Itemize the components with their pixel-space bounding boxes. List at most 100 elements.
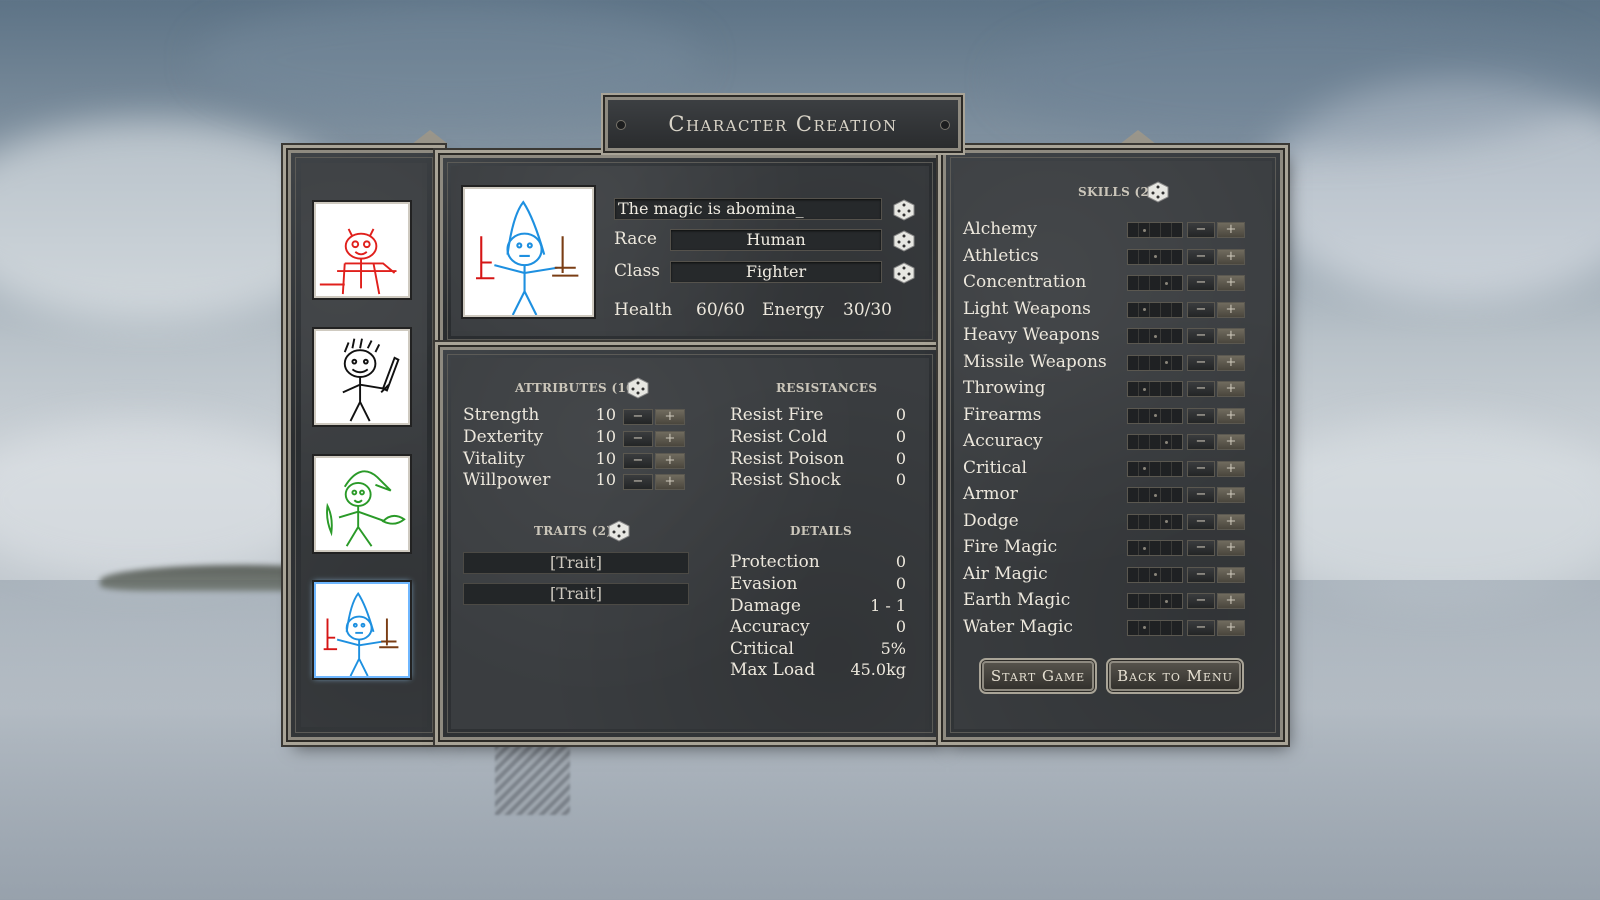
increase-button[interactable]: + (655, 474, 685, 490)
skill-pip (1128, 276, 1139, 290)
increase-button[interactable]: + (1217, 328, 1245, 344)
skill-pip (1128, 461, 1139, 476)
decrease-button[interactable]: − (1187, 619, 1215, 636)
decrease-button[interactable]: − (1187, 513, 1215, 530)
increase-button[interactable]: + (655, 409, 685, 425)
frame-ornament (1120, 130, 1156, 144)
rivet-icon (616, 120, 626, 130)
skill-pip (1161, 382, 1172, 396)
increase-button[interactable]: + (655, 453, 685, 469)
skills-header: SKILLS (2) (1078, 185, 1156, 199)
attribute-value: 10 (595, 470, 616, 489)
skill-level-meter (1127, 487, 1183, 503)
increase-button[interactable]: + (1217, 381, 1245, 397)
trait-slot[interactable]: [Trait] (463, 583, 689, 605)
character-name-input[interactable]: The magic is abomina_ (614, 198, 882, 220)
portrait-black-warrior[interactable] (314, 329, 410, 425)
skill-pip (1150, 223, 1161, 237)
randomize-race-dice-icon[interactable] (893, 230, 915, 252)
increase-button[interactable]: + (1217, 354, 1245, 371)
portrait-blue-wizard[interactable] (314, 582, 410, 678)
skill-pip (1139, 249, 1150, 264)
decrease-button[interactable]: − (1187, 460, 1215, 477)
attribute-value: 10 (595, 427, 616, 446)
decrease-button[interactable]: − (623, 409, 653, 425)
increase-button[interactable]: + (1217, 460, 1245, 477)
skill-level-meter (1127, 593, 1183, 609)
increase-button[interactable]: + (1217, 407, 1245, 424)
decrease-button[interactable]: − (623, 474, 653, 490)
skill-pip (1139, 620, 1150, 635)
skill-label: Missile Weapons (963, 351, 1107, 372)
increase-button[interactable]: + (1217, 619, 1245, 636)
decrease-button[interactable]: − (1187, 487, 1215, 503)
skill-pip (1172, 409, 1182, 423)
decrease-button[interactable]: − (1187, 407, 1215, 424)
decrease-button[interactable]: − (1187, 275, 1215, 291)
class-select[interactable]: Fighter (670, 261, 882, 283)
skill-pip (1172, 541, 1182, 555)
rivet-icon (940, 120, 950, 130)
increase-button[interactable]: + (1217, 487, 1245, 503)
trait-slot[interactable]: [Trait] (463, 552, 689, 574)
portrait-green-goblin[interactable] (314, 456, 410, 552)
skill-pip (1172, 568, 1182, 582)
skill-pip (1172, 276, 1182, 290)
details-header: DETAILS (790, 524, 852, 538)
increase-button[interactable]: + (1217, 593, 1245, 609)
frame-ornament (412, 130, 448, 144)
skill-pip (1139, 302, 1150, 317)
skill-pip (1150, 488, 1161, 502)
portrait-red-devil[interactable] (314, 202, 410, 298)
back-to-menu-button[interactable]: Back to Menu (1109, 661, 1241, 691)
increase-button[interactable]: + (1217, 301, 1245, 318)
increase-button[interactable]: + (1217, 540, 1245, 556)
decrease-button[interactable]: − (1187, 381, 1215, 397)
skill-row: Earth Magic − + (963, 590, 1263, 616)
skill-pip (1139, 382, 1150, 396)
skill-pip (1172, 250, 1182, 264)
decrease-button[interactable]: − (1187, 593, 1215, 609)
skill-pip (1172, 594, 1182, 608)
randomize-skills-dice-icon[interactable] (1147, 181, 1169, 203)
race-select[interactable]: Human (670, 229, 882, 251)
randomize-class-dice-icon[interactable] (893, 262, 915, 284)
randomize-traits-dice-icon[interactable] (608, 520, 630, 542)
attribute-label: Dexterity (463, 427, 544, 447)
skill-row: Throwing − + (963, 378, 1263, 404)
increase-button[interactable]: + (1217, 566, 1245, 583)
skill-level-meter (1127, 460, 1183, 477)
resistance-value: 0 (895, 470, 906, 489)
randomize-name-dice-icon[interactable] (893, 199, 915, 221)
increase-button[interactable]: + (1217, 222, 1245, 238)
decrease-button[interactable]: − (1187, 354, 1215, 371)
decrease-button[interactable]: − (1187, 248, 1215, 265)
decrease-button[interactable]: − (1187, 301, 1215, 318)
increase-button[interactable]: + (1217, 275, 1245, 291)
start-game-button[interactable]: Start Game (982, 661, 1094, 691)
decrease-button[interactable]: − (1187, 566, 1215, 583)
increase-button[interactable]: + (1217, 434, 1245, 450)
detail-label: Protection (730, 552, 820, 572)
increase-button[interactable]: + (655, 431, 685, 447)
skill-pip (1150, 567, 1161, 582)
detail-value: 0 (895, 574, 906, 593)
increase-button[interactable]: + (1217, 248, 1245, 265)
decrease-button[interactable]: − (1187, 540, 1215, 556)
decrease-button[interactable]: − (1187, 222, 1215, 238)
skill-pip (1172, 329, 1182, 343)
skill-pip (1161, 355, 1172, 370)
decrease-button[interactable]: − (623, 431, 653, 447)
skill-level-meter (1127, 328, 1183, 344)
decrease-button[interactable]: − (1187, 434, 1215, 450)
randomize-attributes-dice-icon[interactable] (627, 377, 649, 399)
decrease-button[interactable]: − (623, 453, 653, 469)
skill-pip (1161, 541, 1172, 555)
skill-row: Firearms − + (963, 405, 1263, 431)
increase-button[interactable]: + (1217, 513, 1245, 530)
decrease-button[interactable]: − (1187, 328, 1215, 344)
skill-label: Air Magic (963, 563, 1048, 584)
skill-level-meter (1127, 354, 1183, 371)
page-title: Character Creation (668, 112, 898, 136)
skill-pip (1161, 223, 1172, 237)
